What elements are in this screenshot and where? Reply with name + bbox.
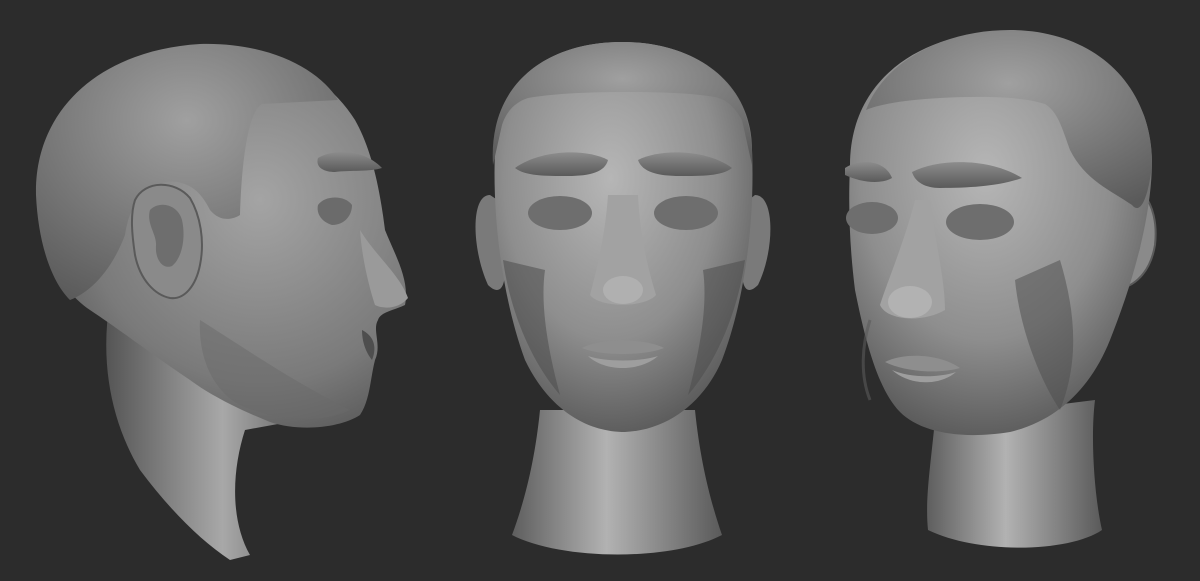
nose-tip: [888, 286, 932, 318]
eye-right: [946, 204, 1014, 240]
sculpt-render: [35, 30, 1157, 560]
nose-tip: [603, 276, 643, 304]
eye-left: [846, 202, 898, 234]
render-canvas: [0, 0, 1200, 581]
eye-right: [654, 196, 718, 230]
side-profile-view: [35, 43, 408, 560]
eyebrow: [317, 152, 382, 172]
eye-left: [528, 196, 592, 230]
front-view: [475, 42, 771, 555]
three-quarter-view: [845, 30, 1157, 548]
